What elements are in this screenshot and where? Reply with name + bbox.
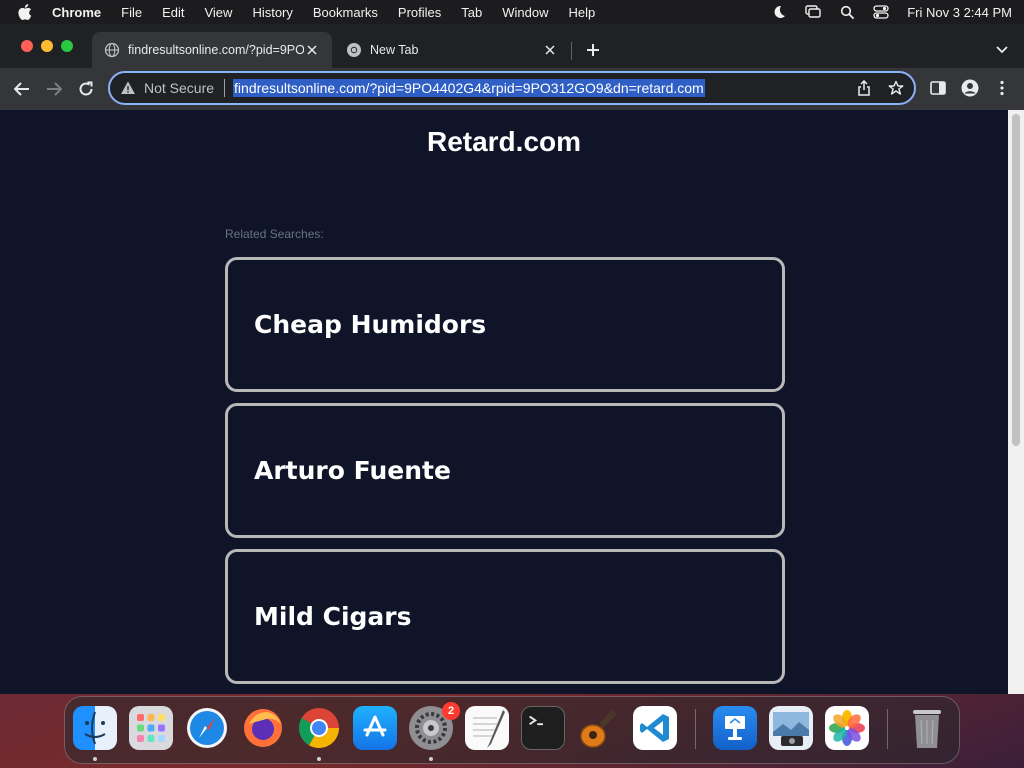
close-icon[interactable] bbox=[304, 42, 320, 58]
safari-icon[interactable] bbox=[185, 706, 229, 750]
page-title: Retard.com bbox=[426, 126, 582, 157]
back-arrow-icon[interactable] bbox=[11, 78, 33, 100]
omnibox-actions bbox=[856, 80, 904, 96]
security-status[interactable]: Not Secure bbox=[144, 80, 214, 96]
chevron-down-icon[interactable] bbox=[992, 40, 1012, 60]
side-panel-icon[interactable] bbox=[928, 78, 948, 98]
warning-icon[interactable] bbox=[120, 80, 136, 96]
tab-separator bbox=[571, 42, 572, 60]
running-indicator bbox=[93, 757, 97, 761]
garageband-icon[interactable] bbox=[577, 706, 621, 750]
minimize-window-button[interactable] bbox=[41, 40, 53, 52]
menu-window[interactable]: Window bbox=[502, 5, 548, 20]
tab-active[interactable]: findresultsonline.com/?pid=9PO4402G4 bbox=[92, 32, 332, 68]
dock-separator bbox=[887, 709, 888, 749]
photos-icon[interactable] bbox=[825, 706, 869, 750]
status-area: Fri Nov 3 2:44 PM bbox=[771, 4, 1012, 20]
tab-inactive[interactable]: New Tab bbox=[334, 32, 570, 68]
dock: 2 bbox=[64, 696, 960, 764]
keynote-icon[interactable] bbox=[713, 706, 757, 750]
forward-arrow-icon[interactable] bbox=[43, 78, 65, 100]
star-icon[interactable] bbox=[888, 80, 904, 96]
search-result-card[interactable]: Arturo Fuente bbox=[225, 403, 785, 538]
menu-view[interactable]: View bbox=[204, 5, 232, 20]
menu-history[interactable]: History bbox=[252, 5, 292, 20]
menu-profiles[interactable]: Profiles bbox=[398, 5, 441, 20]
toolbar: Not Secure findresultsonline.com/?pid=9P… bbox=[0, 68, 1024, 110]
page-viewport: Retard.com Related Searches: Cheap Humid… bbox=[0, 110, 1008, 694]
chrome-app-icon[interactable] bbox=[297, 706, 341, 750]
finder-icon[interactable] bbox=[73, 706, 117, 750]
moon-icon[interactable] bbox=[771, 4, 787, 20]
search-result-label: Mild Cigars bbox=[254, 602, 412, 631]
menu-bookmarks[interactable]: Bookmarks bbox=[313, 5, 378, 20]
control-center-icon[interactable] bbox=[873, 4, 889, 20]
search-result-card[interactable]: Cheap Humidors bbox=[225, 257, 785, 392]
menu-tab[interactable]: Tab bbox=[461, 5, 482, 20]
new-tab-button[interactable] bbox=[583, 40, 603, 60]
close-window-button[interactable] bbox=[21, 40, 33, 52]
share-icon[interactable] bbox=[856, 80, 872, 96]
dock-separator bbox=[695, 709, 696, 749]
trash-icon[interactable] bbox=[905, 706, 949, 750]
screen-mirroring-icon[interactable] bbox=[805, 4, 821, 20]
preview-icon[interactable] bbox=[769, 706, 813, 750]
search-result-label: Cheap Humidors bbox=[254, 310, 487, 339]
search-result-label: Arturo Fuente bbox=[254, 456, 451, 485]
notification-badge: 2 bbox=[442, 702, 460, 720]
menu-bar: Chrome File Edit View History Bookmarks … bbox=[0, 0, 1024, 24]
menu-app-name[interactable]: Chrome bbox=[52, 5, 101, 20]
close-icon[interactable] bbox=[542, 42, 558, 58]
apple-icon[interactable] bbox=[18, 4, 32, 20]
menu-clock[interactable]: Fri Nov 3 2:44 PM bbox=[907, 5, 1012, 20]
chrome-icon bbox=[346, 42, 362, 58]
terminal-icon[interactable] bbox=[521, 706, 565, 750]
fullscreen-window-button[interactable] bbox=[61, 40, 73, 52]
firefox-icon[interactable] bbox=[241, 706, 285, 750]
kebab-menu-icon[interactable] bbox=[992, 78, 1012, 98]
tab-title: findresultsonline.com/?pid=9PO4402G4 bbox=[128, 43, 304, 57]
tab-title: New Tab bbox=[370, 43, 419, 57]
search-result-card[interactable]: Mild Cigars bbox=[225, 549, 785, 684]
tab-strip: findresultsonline.com/?pid=9PO4402G4 New… bbox=[0, 24, 1024, 68]
url-text[interactable]: findresultsonline.com/?pid=9PO4402G4&rpi… bbox=[233, 79, 705, 97]
running-indicator bbox=[317, 757, 321, 761]
menu-edit[interactable]: Edit bbox=[162, 5, 184, 20]
running-indicator bbox=[429, 757, 433, 761]
scrollbar-thumb[interactable] bbox=[1012, 114, 1020, 446]
search-icon[interactable] bbox=[839, 4, 855, 20]
related-searches-label: Related Searches: bbox=[225, 227, 324, 241]
vertical-scrollbar[interactable] bbox=[1008, 110, 1024, 694]
address-bar[interactable]: Not Secure findresultsonline.com/?pid=9P… bbox=[108, 71, 916, 105]
profile-icon[interactable] bbox=[960, 78, 980, 98]
omnibox-divider bbox=[224, 79, 226, 97]
globe-icon bbox=[104, 42, 120, 58]
vscode-icon[interactable] bbox=[633, 706, 677, 750]
browser-window: findresultsonline.com/?pid=9PO4402G4 New… bbox=[0, 24, 1024, 694]
launchpad-icon[interactable] bbox=[129, 706, 173, 750]
app-store-icon[interactable] bbox=[353, 706, 397, 750]
reload-icon[interactable] bbox=[75, 78, 97, 100]
textedit-icon[interactable] bbox=[465, 706, 509, 750]
menu-file[interactable]: File bbox=[121, 5, 142, 20]
menu-help[interactable]: Help bbox=[569, 5, 596, 20]
